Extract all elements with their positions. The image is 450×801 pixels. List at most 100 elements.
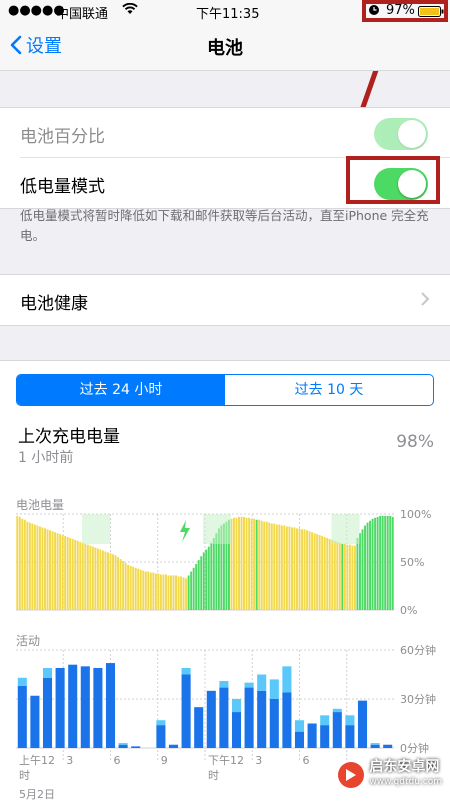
battery-level-bar [49,530,51,610]
battery-icon [418,6,444,21]
battery-level-bar [149,572,152,610]
battery-level-bar [144,571,147,610]
battery-level-bar [124,562,127,610]
battery-level-bar [205,549,208,610]
chevron-right-icon [421,292,430,306]
battery-health-row[interactable]: 电池健康 [0,275,450,325]
activity-x-tick: 6 [114,754,121,767]
battery-percentage-toggle[interactable] [374,118,428,150]
battery-level-bar [66,537,69,610]
battery-level-bar [175,575,177,610]
battery-level-bar [386,515,389,610]
battery-level-bar [86,544,89,610]
battery-level-bar [180,576,183,610]
activity-screen-on-bar [30,695,40,748]
battery-level-bar [200,556,203,610]
battery-level-bar [112,554,114,610]
battery-level-chart: 100% 50% 0% [16,508,431,617]
battery-level-bar [61,535,64,610]
battery-level-bar [366,522,369,610]
activity-screen-on-bar [357,700,368,748]
level-y-tick: 0% [400,604,417,617]
activity-screen-off-bar [244,682,254,688]
activity-screen-on-bar [332,712,342,748]
activity-y-tick: 30分钟 [400,692,436,706]
battery-level-bar [238,516,240,610]
activity-screen-off-bar [269,679,279,699]
battery-level-bar [391,516,394,610]
battery-level-bar [109,553,112,610]
battery-level-bar [122,561,125,610]
toggle-highlight-box [346,156,440,204]
battery-level-bar [197,560,200,610]
battery-level-bar [265,521,268,610]
activity-screen-on-bar [131,746,141,748]
watermark-url: www.qdtdu.com [369,777,442,787]
battery-level-bar [351,545,354,610]
battery-level-bar [243,516,246,610]
battery-level-bar [270,523,273,610]
battery-level-bar [379,515,382,610]
battery-level-bar [56,533,59,610]
activity-screen-on-bar [55,667,65,748]
activity-screen-off-bar [257,674,267,691]
battery-level-bar [157,573,160,610]
battery-level-bar [127,564,130,610]
time-range-segmented-control: 过去 24 小时 过去 10 天 [16,374,434,406]
watermark: 启东安卓网 www.qdtdu.com [337,760,442,790]
battery-level-bar [51,531,54,610]
battery-level-bar [101,550,104,610]
tab-last-10-days[interactable]: 过去 10 天 [225,375,433,405]
battery-level-bar [71,538,74,610]
battery-level-bar [54,532,57,610]
battery-level-bar [28,522,31,610]
battery-level-bar [104,551,107,610]
activity-screen-on-bar [93,667,103,748]
last-charge-time: 1 小时前 [18,450,74,466]
activity-screen-off-bar [17,677,27,686]
activity-screen-on-bar [118,744,128,748]
activity-screen-on-bar [105,663,116,748]
carrier-label: 中国联通 [56,7,109,22]
battery-level-bar [250,518,253,610]
activity-x-tick: 上午12 [19,754,55,767]
activity-screen-off-bar [320,715,330,726]
battery-level-bar [361,529,364,610]
battery-level-bar [195,563,198,610]
activity-screen-on-bar [307,723,317,748]
activity-screen-on-bar [181,674,191,748]
battery-level-bar [192,567,195,610]
battery-level-bar [346,544,349,610]
activity-screen-on-bar [80,666,90,748]
charging-zone [331,514,360,544]
battery-level-bar [154,573,157,610]
battery-level-bar [44,528,46,610]
battery-level-bar [296,528,298,610]
activity-screen-on-bar [370,744,380,748]
battery-level-bar [207,546,210,610]
battery-percentage-row: 电池百分比 [0,108,450,158]
battery-percentage-label: 电池百分比 [20,127,105,147]
tab-last-24-hours[interactable]: 过去 24 小时 [17,375,225,405]
activity-date-label: 5月2日 [19,788,55,800]
activity-screen-off-bar [118,743,128,745]
battery-level-bar [280,525,283,610]
activity-screen-on-bar [194,707,204,748]
activity-screen-off-bar [332,708,342,713]
battery-level-bar [273,523,276,610]
activity-screen-on-bar [156,725,166,748]
activity-screen-off-bar [231,699,242,713]
status-time: 下午11:35 [196,7,260,22]
battery-level-bar [114,555,117,610]
battery-level-bar [107,552,109,610]
battery-level-bar [283,525,286,610]
battery-level-bar [36,525,39,610]
charging-bolt-icon [180,520,190,542]
low-power-label: 低电量模式 [20,177,105,197]
battery-level-bar [139,569,142,610]
battery-level-bar [376,516,379,610]
battery-level-bar [240,516,243,610]
battery-level-bar [16,515,19,610]
activity-screen-off-bar [370,743,380,745]
battery-level-bar [64,536,67,610]
